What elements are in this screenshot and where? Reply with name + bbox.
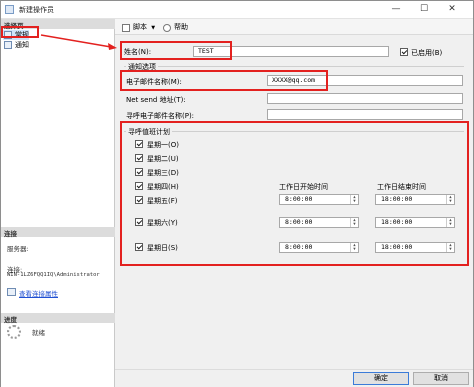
ok-button[interactable]: 确定	[353, 372, 409, 385]
view-connection-properties-link[interactable]: 查看连接属性	[19, 288, 58, 298]
script-label: 脚本	[133, 23, 147, 31]
highlight-email-box	[120, 70, 328, 91]
nav-item-notifications[interactable]: 通知	[3, 40, 43, 50]
progress-spinner-icon	[7, 325, 21, 339]
progress-header: 进度	[1, 313, 115, 324]
window-title: 新建操作员	[19, 6, 54, 14]
notification-page-icon	[4, 41, 12, 49]
help-label: 帮助	[174, 23, 188, 31]
general-page: 脚本 ▼ 帮助 姓名(N): TEST 已启用(B) 通知选项 电子邮件名称(M…	[115, 19, 473, 369]
connection-header: 连接	[1, 227, 115, 238]
maximize-button[interactable]: ☐	[413, 3, 435, 16]
script-icon	[122, 24, 130, 32]
dialog-buttons: 确定 取消	[115, 369, 473, 387]
script-button[interactable]: 脚本 ▼	[122, 22, 155, 33]
progress-status: 就绪	[32, 329, 45, 337]
new-operator-dialog: 新建操作员 — ☐ ✕ 选择页 常规 通知 连接 服务器: 连接: WIN-1L…	[0, 0, 474, 387]
left-pane: 选择页 常规 通知 连接 服务器: 连接: WIN-1LZ6FQQ1IQ\Adm…	[1, 19, 115, 387]
connection-value: WIN-1LZ6FQQ1IQ\Administrator	[7, 272, 100, 278]
enabled-checkbox[interactable]	[400, 48, 408, 56]
enabled-label: 已启用(B)	[411, 49, 443, 57]
title-bar: 新建操作员 — ☐ ✕	[1, 1, 473, 19]
netsend-label: Net send 地址(T):	[126, 96, 186, 104]
highlight-general-nav	[1, 26, 39, 38]
minimize-button[interactable]: —	[385, 3, 407, 16]
highlight-name-box	[120, 41, 232, 60]
highlight-schedule-box	[120, 121, 469, 266]
cancel-button[interactable]: 取消	[413, 372, 469, 385]
help-button[interactable]: 帮助	[163, 22, 188, 33]
netsend-input[interactable]	[267, 93, 463, 104]
properties-icon	[7, 288, 16, 296]
annotation-arrow-icon	[40, 34, 117, 50]
pager-email-input[interactable]	[267, 109, 463, 120]
nav-item-notifications-label: 通知	[15, 41, 29, 49]
pager-email-label: 寻呼电子邮件名称(P):	[126, 112, 195, 120]
chevron-down-icon: ▼	[151, 25, 156, 31]
notify-separator	[124, 66, 464, 67]
toolbar: 脚本 ▼ 帮助	[115, 19, 473, 35]
help-icon	[163, 24, 171, 32]
app-icon	[5, 5, 14, 14]
close-button[interactable]: ✕	[441, 3, 463, 16]
server-label: 服务器:	[7, 245, 29, 253]
